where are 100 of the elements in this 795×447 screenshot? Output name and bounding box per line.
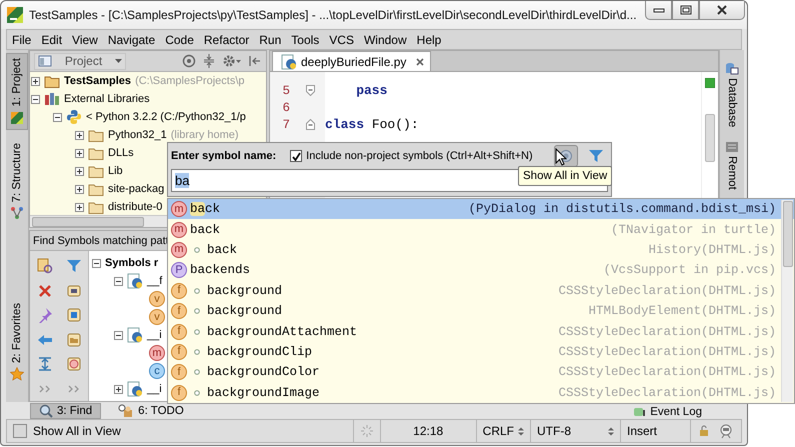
expand-icon[interactable] [75, 130, 84, 140]
expand-icon[interactable] [114, 384, 123, 394]
tooltip: Show All in View [518, 166, 612, 186]
minimize-button[interactable] [645, 1, 672, 20]
view-dropdown[interactable]: Project [34, 52, 126, 70]
status-message: Show All in View [33, 424, 122, 438]
line-separator[interactable]: CRLF [482, 424, 514, 438]
collapse-icon[interactable] [114, 276, 123, 286]
result-row[interactable]: f backgroundImage CSSStyleDeclaration(DHTML.js) [168, 382, 794, 403]
pin-icon[interactable] [36, 307, 52, 324]
updown-icon[interactable] [608, 426, 614, 436]
menu-item[interactable]: Run [254, 32, 286, 46]
updown-icon[interactable] [518, 426, 524, 436]
symbol-name: background [207, 284, 282, 298]
tool-window-tab[interactable]: 3: Find [30, 403, 102, 419]
tree-item[interactable]: site-packag [108, 183, 164, 195]
scrollbar-thumb[interactable] [32, 216, 144, 226]
collapse-icon[interactable] [53, 112, 62, 122]
tool-window-tab[interactable]: Remot [725, 141, 739, 190]
line-number: 7 [281, 118, 290, 132]
collapse-icon[interactable] [92, 258, 101, 268]
python-file-icon [281, 54, 297, 70]
symbol-location: CSSStyleDeclaration(DHTML.js) [558, 324, 776, 339]
checkbox[interactable] [290, 150, 302, 162]
result-row[interactable]: P backends (VcsSupport in pip.vcs) [168, 260, 794, 281]
tool-window-tab[interactable]: Database [725, 62, 739, 128]
lock-icon[interactable] [699, 425, 709, 437]
symbol-location: HTMLBodyElement(DHTML.js) [588, 304, 776, 318]
method-icon[interactable] [66, 356, 82, 372]
caret-position[interactable]: 12:18 [413, 424, 444, 438]
search-icon [39, 404, 53, 418]
menu-item[interactable]: View [67, 32, 103, 46]
result-row[interactable]: m back (TNavigator in turtle) [168, 219, 794, 240]
symbol-badge: v [149, 309, 165, 325]
filter-icon[interactable] [66, 258, 82, 274]
result-row[interactable]: f background HTMLBodyElement(DHTML.js) [168, 300, 794, 322]
result-row[interactable]: m back (PyDialog in distutils.command.bdist_msi) [168, 199, 794, 220]
tool-window-tab[interactable]: 2: Favorites [6, 298, 28, 386]
panel-toggle-icon[interactable] [13, 424, 27, 438]
menu-item[interactable]: Navigate [102, 32, 160, 46]
tree-item[interactable]: < Python 3.2.2 (C:/Python32_1/p [86, 111, 246, 123]
tool-window-tab[interactable]: 1: Project [6, 53, 28, 130]
expand-icon[interactable] [31, 76, 40, 86]
maximize-button[interactable] [672, 1, 699, 20]
tool-window-tab[interactable]: 7: Structure [6, 138, 28, 226]
expand-all-icon[interactable] [36, 356, 52, 372]
symbol-badge: f [171, 282, 187, 299]
result-row[interactable]: f backgroundColor CSSStyleDeclaration(DHTML.js) [168, 362, 794, 383]
rerun-icon[interactable] [36, 258, 52, 274]
menu-item[interactable]: Edit [36, 32, 68, 46]
collapse-icon[interactable] [114, 330, 123, 340]
tree-item[interactable]: TestSamples [64, 75, 132, 87]
fold-start-icon[interactable] [306, 119, 315, 130]
result-row[interactable]: f backgroundAttachment CSSStyleDeclaration(DHTML.js) [168, 321, 794, 342]
collapse-icon[interactable] [31, 94, 40, 104]
symbol-badge: m [171, 242, 187, 258]
fold-end-icon[interactable] [306, 85, 315, 96]
close-icon[interactable] [416, 58, 424, 66]
tree-item[interactable]: __i [147, 329, 162, 341]
scrollbar-thumb[interactable] [783, 201, 793, 267]
result-row[interactable]: f background CSSStyleDeclaration(DHTML.js) [168, 280, 794, 301]
result-row[interactable]: f backgroundClip CSSStyleDeclaration(DHTML.js) [168, 342, 794, 362]
checkbox-label[interactable]: Include non-project symbols (Ctrl+Alt+Shift+N) [306, 150, 533, 162]
folder-icon[interactable] [66, 332, 82, 348]
gear-icon[interactable] [222, 54, 242, 68]
expand-icon[interactable] [75, 202, 84, 212]
expand-icon[interactable] [75, 166, 84, 176]
menu-item[interactable]: Help [412, 32, 446, 46]
insert-mode[interactable]: Insert [627, 424, 658, 438]
tree-item[interactable]: DLLs [108, 147, 134, 159]
preview-icon[interactable] [66, 282, 82, 299]
tree-item[interactable]: Lib [108, 165, 123, 177]
line-number: 5 [281, 84, 290, 98]
square-icon[interactable] [66, 307, 82, 324]
expand-icon[interactable] [75, 148, 84, 158]
tree-item[interactable]: distribute-0 [108, 201, 162, 213]
collapse-all-icon[interactable] [202, 54, 216, 68]
menu-item[interactable]: Code [160, 32, 199, 46]
menu-item[interactable]: VCS [324, 32, 359, 46]
tree-item[interactable]: External Libraries [64, 93, 150, 105]
inspector-icon[interactable] [719, 424, 733, 438]
menu-item[interactable]: File [7, 32, 36, 46]
menu-item[interactable]: Refactor [198, 32, 254, 46]
tree-item[interactable]: Python32_1 [108, 129, 167, 141]
close-button[interactable] [699, 1, 745, 20]
tree-item[interactable]: __i [147, 383, 162, 395]
tool-window-tab[interactable]: 6: TODO [109, 403, 193, 419]
expand-icon[interactable] [75, 184, 84, 194]
hide-icon[interactable] [248, 54, 262, 68]
menu-item[interactable]: Window [358, 32, 412, 46]
scrollbar-thumb[interactable] [705, 114, 715, 162]
result-row[interactable]: m back History(DHTML.js) [168, 240, 794, 260]
editor-tab[interactable]: deeplyBuriedFile.py [272, 51, 432, 71]
menu-item[interactable]: Tools [286, 32, 324, 46]
event-log-button[interactable]: Event Log [650, 406, 702, 418]
tree-item[interactable]: Symbols r [105, 257, 158, 269]
tree-item[interactable]: __f [147, 275, 162, 287]
file-encoding[interactable]: UTF-8 [537, 424, 604, 438]
target-icon[interactable] [182, 54, 196, 68]
close-icon[interactable] [36, 282, 52, 299]
